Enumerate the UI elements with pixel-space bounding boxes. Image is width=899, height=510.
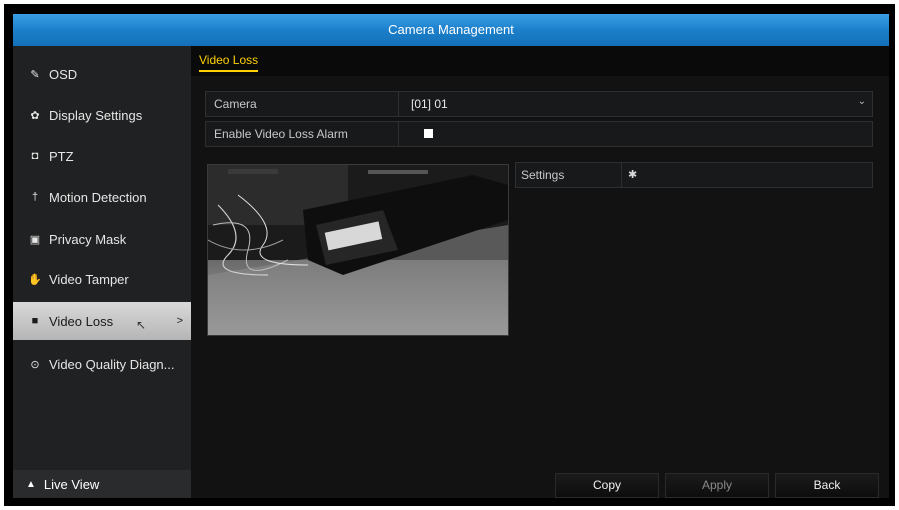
sidebar-item-motion-detection[interactable]: † Motion Detection (13, 177, 191, 217)
live-view-label: Live View (43, 476, 100, 492)
apply-button[interactable]: Apply (665, 473, 769, 498)
enable-video-loss-alarm-label: Enable Video Loss Alarm (214, 127, 348, 141)
sidebar: ✎ OSD ✿ Display Settings ◘ PTZ † Motion … (13, 46, 191, 498)
sidebar-item-label: Video Quality Diagn... (49, 356, 175, 372)
settings-row: Settings ✱ (515, 162, 873, 188)
tab-video-loss[interactable]: Video Loss (199, 53, 259, 72)
chevron-right-icon: > (176, 315, 183, 327)
dropdown-arrow-icon[interactable]: ⌄ (858, 96, 866, 107)
sidebar-item-label: Privacy Mask (49, 231, 127, 247)
divider (398, 122, 399, 146)
settings-label: Settings (521, 168, 565, 182)
sidebar-item-privacy-mask[interactable]: ▣ Privacy Mask (13, 219, 191, 259)
camera-select-row[interactable]: Camera [01] 01 ⌄ (205, 91, 873, 117)
enable-video-loss-alarm-checkbox[interactable] (424, 129, 433, 138)
sidebar-item-video-loss[interactable]: ■ Video Loss ↖ > (13, 302, 191, 340)
back-button[interactable]: Back (775, 473, 879, 498)
home-icon: ▲ (26, 478, 36, 490)
sidebar-item-ptz[interactable]: ◘ PTZ (13, 136, 191, 176)
outer-frame: Camera Management ✎ OSD ✿ Display Settin… (4, 4, 895, 506)
camera-select-value[interactable]: [01] 01 (411, 97, 448, 111)
sidebar-item-label: PTZ (49, 148, 74, 164)
ptz-icon: ◘ (31, 150, 39, 162)
title-bar: Camera Management (13, 14, 889, 46)
sidebar-item-osd[interactable]: ✎ OSD (13, 54, 191, 94)
display-settings-icon: ✿ (30, 109, 40, 122)
camera-label: Camera (214, 97, 257, 111)
sidebar-item-label: Video Tamper (49, 271, 129, 287)
tab-bar: Video Loss (191, 46, 889, 76)
sidebar-item-label: Video Loss (49, 313, 114, 329)
video-quality-icon: ⊙ (30, 358, 40, 371)
enable-video-loss-alarm-row: Enable Video Loss Alarm (205, 121, 873, 147)
camera-preview (207, 164, 509, 336)
privacy-mask-icon: ▣ (29, 233, 41, 246)
main-panel: Video Loss Camera [01] 01 ⌄ Enable Video… (191, 46, 889, 498)
camera-management-window: Camera Management ✎ OSD ✿ Display Settin… (13, 14, 889, 498)
video-tamper-icon: ✋ (28, 273, 42, 286)
settings-gear-icon[interactable]: ✱ (628, 168, 637, 181)
sidebar-item-display-settings[interactable]: ✿ Display Settings (13, 95, 191, 135)
copy-button[interactable]: Copy (555, 473, 659, 498)
motion-detection-icon: † (31, 191, 39, 203)
sidebar-item-video-tamper[interactable]: ✋ Video Tamper (13, 259, 191, 299)
osd-icon: ✎ (30, 68, 40, 81)
camera-preview-image (208, 165, 508, 335)
sidebar-item-label: Motion Detection (49, 189, 147, 205)
live-view-button[interactable]: ▲ Live View (13, 470, 191, 498)
sidebar-item-video-quality-diagnostics[interactable]: ⊙ Video Quality Diagn... (13, 344, 191, 384)
sidebar-item-label: Display Settings (49, 107, 143, 123)
video-loss-icon: ■ (31, 315, 39, 327)
divider (398, 92, 399, 116)
divider (621, 163, 622, 187)
window-title: Camera Management (388, 22, 514, 37)
mouse-pointer-icon: ↖ (136, 318, 147, 332)
sidebar-item-label: OSD (49, 66, 78, 82)
